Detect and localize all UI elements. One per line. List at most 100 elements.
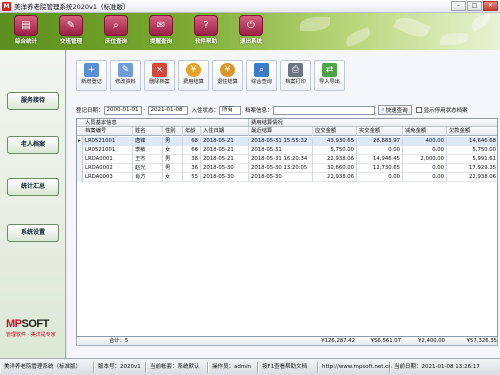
col-checkin-date[interactable]: 入住日期: [201, 127, 249, 136]
col-waived[interactable]: 减免金额: [403, 127, 447, 136]
topnav-reminder[interactable]: ✉ 提醒查询: [143, 15, 179, 48]
col-name[interactable]: 姓名: [133, 127, 163, 136]
table-row[interactable]: LRDA0003 肖方 女 55 2018-05-30 2018-05-30 2…: [77, 173, 497, 182]
cell-owed: 17,929.35: [447, 164, 497, 173]
search-row: 登记日期： 2000-01-01 - 2021-01-08 入住状态： 所有 档…: [76, 105, 468, 115]
status-account: 当前帐套：系统默认: [146, 361, 208, 373]
topnav-label: 交班管理: [59, 39, 82, 45]
cell-name: 李敏: [133, 146, 163, 155]
table-row[interactable]: LRDA0002 赵光 男 36 2018-05-30 2018-05-30 1…: [77, 164, 497, 173]
date-to-field[interactable]: 2021-01-08: [147, 105, 188, 115]
date-separator: -: [143, 107, 146, 113]
quick-search-button[interactable]: ⌕ 快速查询: [377, 105, 412, 115]
cell-gender: 男: [163, 164, 183, 173]
col-last-settle[interactable]: 最近结算: [249, 127, 313, 136]
cell-gender: 女: [163, 173, 183, 182]
cell-last-settle: 2018-05-31 16:20:34: [249, 155, 313, 164]
table-row[interactable]: LR0521001 李敏 女 66 2018-05-21 2018-05-31 …: [77, 146, 497, 155]
summary-due: ¥126,287.42: [321, 338, 355, 344]
fee-settle-button[interactable]: ¥ 费用结算: [178, 60, 209, 91]
toolbar: + 新增登记 ✎ 修改资料 × 删除档案 ¥ 费用结算 ¥ 退住结算 ⌕ 综合查…: [76, 60, 345, 91]
summary-row: 合计：5 ¥126,287.42 ¥56,561.07 ¥2,400.00 ¥5…: [76, 337, 498, 346]
fee-settle-icon: ¥: [186, 63, 201, 77]
col-age[interactable]: 年龄: [183, 127, 201, 136]
checkout-settle-icon: ¥: [220, 63, 235, 77]
sidebar-item-elder-archive[interactable]: 老人档案: [7, 136, 59, 154]
cell-due: 43,930.65: [313, 137, 357, 146]
sidebar: 服务接待 老人档案 统计汇总 系统设置 MPSOFT 管理软件 · 美洋是专家: [0, 50, 66, 358]
handover-icon: ✎: [59, 15, 83, 36]
cell-owed: 22,938.06: [447, 173, 497, 182]
col-due[interactable]: 应交金额: [313, 127, 357, 136]
print-button[interactable]: ⎙ 档案打印: [280, 60, 311, 91]
topnav-help[interactable]: ? 软件帮助: [188, 15, 224, 48]
cell-waived: 0.00: [403, 173, 447, 182]
logo-tagline: 管理软件 · 美洋是专家: [6, 332, 56, 338]
topnav-label: 床位查询: [104, 39, 127, 45]
checkbox-box: [415, 107, 422, 113]
topnav-stats[interactable]: ▤ 综合统计: [8, 15, 44, 48]
date-label: 登记日期：: [76, 108, 104, 114]
import-export-button[interactable]: ⇄ 导入导出: [314, 60, 345, 91]
search-button[interactable]: ⌕ 综合查询: [246, 60, 277, 91]
tool-label: 综合查询: [251, 79, 272, 85]
cell-last-settle: 2018-05-30: [249, 173, 313, 182]
cell-checkin-date: 2018-05-21: [201, 155, 249, 164]
topnav-label: 退出系统: [239, 39, 262, 45]
cell-last-settle: 2018-05-31: [249, 146, 313, 155]
maximize-button[interactable]: □: [467, 1, 482, 11]
col-paid[interactable]: 实交金额: [357, 127, 403, 136]
summary-paid: ¥56,561.07: [370, 338, 401, 344]
search-icon: ⌕: [254, 63, 269, 77]
app-icon: M: [2, 1, 11, 11]
reminder-icon: ✉: [149, 15, 173, 36]
cell-checkin-date: 2018-05-21: [201, 137, 249, 146]
archive-table: 人员基本信息 费用结算情况 档案编号 姓名 性别 年龄 入住日期 最近结算 应交…: [76, 118, 498, 337]
new-record-button[interactable]: + 新增登记: [76, 60, 107, 91]
date-from-field[interactable]: 2000-01-01: [103, 105, 142, 115]
sidebar-item-service[interactable]: 服务接待: [7, 92, 59, 110]
status-select[interactable]: 所有: [219, 105, 242, 115]
stats-icon: ▤: [14, 15, 38, 36]
cell-archive-no: LR0521001: [83, 137, 133, 146]
table-row[interactable]: ▸ LR0521001 唐锋 男 68 2018-05-21 2018-05-3…: [77, 137, 497, 146]
tool-label: 新增登记: [81, 79, 102, 85]
cell-paid: 0.00: [357, 146, 403, 155]
delete-button[interactable]: × 删除档案: [144, 60, 175, 91]
status-label: 入住状态：: [191, 108, 220, 114]
topnav-label: 综合统计: [14, 39, 37, 45]
cell-last-settle: 2018-05-30 13:20:05: [249, 164, 313, 173]
checkout-settle-button[interactable]: ¥ 退住结算: [212, 60, 243, 91]
edit-button[interactable]: ✎ 修改资料: [110, 60, 141, 91]
status-help[interactable]: 按F1查看帮助文档: [258, 361, 318, 373]
archive-input[interactable]: [272, 105, 375, 115]
cell-paid: 28,883.97: [357, 137, 403, 146]
sidebar-item-settings[interactable]: 系统设置: [7, 224, 59, 242]
group-header-row: 人员基本信息 费用结算情况: [77, 119, 497, 127]
cell-checkin-date: 2018-05-30: [201, 173, 249, 182]
sidebar-item-summary[interactable]: 统计汇总: [7, 178, 59, 196]
topnav-handover[interactable]: ✎ 交班管理: [53, 15, 89, 48]
status-date: 当前日期：2021-01-08 13:26:17: [390, 361, 500, 373]
cell-age: 66: [183, 146, 201, 155]
cell-waived: 0.00: [403, 164, 447, 173]
col-archive-no[interactable]: 档案编号: [83, 127, 133, 136]
cell-name: 王杰: [133, 155, 163, 164]
cell-gender: 男: [163, 155, 183, 164]
col-owed[interactable]: 欠款金额: [447, 127, 497, 136]
table-row[interactable]: LRDA0001 王杰 男 38 2018-05-21 2018-05-31 1…: [77, 155, 497, 164]
summary-count-label: 合计：5: [107, 337, 137, 346]
cell-archive-no: LRDA0003: [83, 173, 133, 182]
col-gender[interactable]: 性别: [163, 127, 183, 136]
show-inactive-checkbox[interactable]: 显示停用状态档案: [415, 106, 468, 114]
status-website[interactable]: http://www.mpsoft.net.cn: [318, 361, 392, 373]
topnav-bed-search[interactable]: ⌕ 床位查询: [98, 15, 134, 48]
quick-search-label: 快速查询: [385, 108, 408, 114]
summary-owed: ¥57,326.35: [466, 338, 497, 344]
topnav-exit[interactable]: ⏻ 退出系统: [233, 15, 269, 48]
close-button[interactable]: ×: [483, 1, 498, 11]
minimize-button[interactable]: –: [451, 1, 466, 11]
tool-label: 费用结算: [183, 79, 204, 85]
cell-waived: 2,000.00: [403, 155, 447, 164]
cell-archive-no: LRDA0001: [83, 155, 133, 164]
